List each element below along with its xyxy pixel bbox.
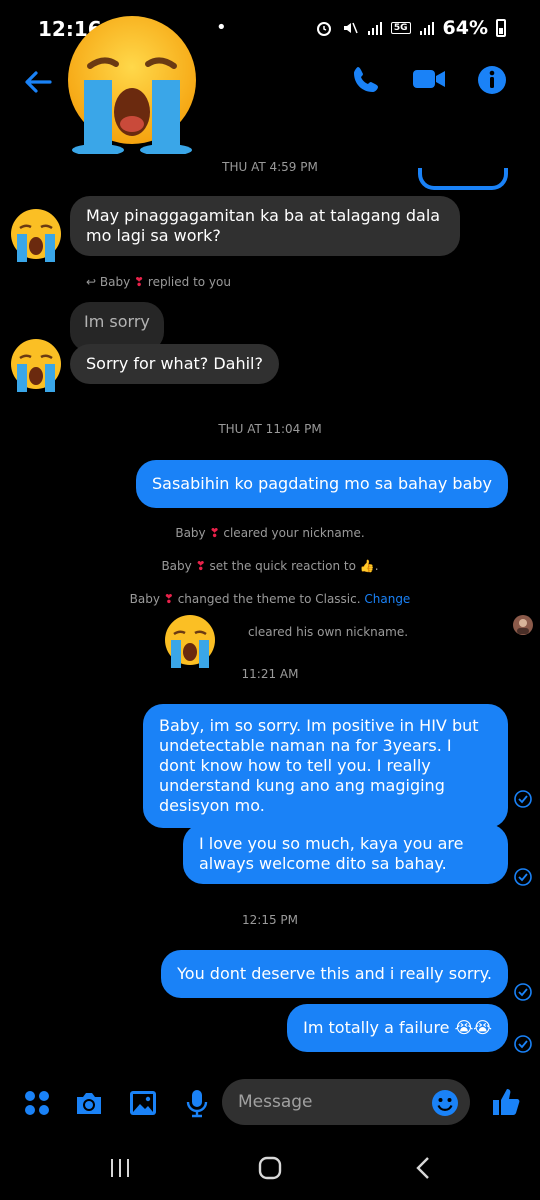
system-message: Baby ❣ cleared your nickname. xyxy=(0,526,540,540)
video-call-icon[interactable] xyxy=(412,66,446,92)
system-text: changed the theme to Classic. xyxy=(177,592,361,606)
battery-icon xyxy=(496,19,506,37)
system-text: cleared his own nickname. xyxy=(247,625,409,639)
timestamp: 11:21 AM xyxy=(241,667,299,681)
heart-icon: ❣ xyxy=(134,275,145,289)
sent-check-icon xyxy=(514,1035,532,1053)
system-message: cleared his own nickname. xyxy=(58,625,540,639)
microphone-icon[interactable] xyxy=(182,1088,212,1118)
heart-icon: ❣ xyxy=(209,526,220,540)
sent-check-icon xyxy=(514,790,532,808)
system-actor: Baby xyxy=(129,592,160,606)
info-icon[interactable] xyxy=(476,64,508,96)
network-type-badge: 5G xyxy=(390,22,411,34)
sender-avatar-crying-face-icon[interactable] xyxy=(8,338,64,394)
system-navigation-bar xyxy=(0,1140,540,1200)
thumbs-up-icon: 👍 xyxy=(359,559,375,573)
camera-icon[interactable] xyxy=(74,1088,104,1118)
status-icons: 5G 64% xyxy=(315,17,506,39)
change-theme-link[interactable]: Change xyxy=(364,592,410,606)
sender-avatar-crying-face-icon[interactable] xyxy=(8,208,64,264)
system-message: Baby ❣ set the quick reaction to 👍. xyxy=(161,559,379,573)
emoji-icon[interactable] xyxy=(430,1088,460,1118)
gallery-icon[interactable] xyxy=(128,1088,158,1118)
read-receipt-avatar xyxy=(513,615,533,635)
nav-back-icon[interactable] xyxy=(412,1156,436,1180)
incoming-message[interactable]: May pinaggagamitan ka ba at talagang dal… xyxy=(70,196,460,256)
back-arrow-icon[interactable] xyxy=(22,66,54,98)
timestamp: THU AT 4:59 PM xyxy=(222,160,318,174)
sender-avatar-crying-face-icon[interactable] xyxy=(162,614,218,670)
sent-check-icon xyxy=(514,868,532,886)
home-icon[interactable] xyxy=(258,1156,282,1180)
phone-call-icon[interactable] xyxy=(352,64,382,94)
recent-apps-icon[interactable] xyxy=(108,1156,132,1180)
system-text: set the quick reaction to xyxy=(209,559,356,573)
system-actor: Baby xyxy=(175,526,206,540)
system-message: Baby ❣ changed the theme to Classic. Cha… xyxy=(0,592,540,606)
outgoing-message[interactable]: You dont deserve this and i really sorry… xyxy=(161,950,508,998)
outgoing-message[interactable]: Baby, im so sorry. Im positive in HIV bu… xyxy=(143,704,508,828)
notification-dot: • xyxy=(216,17,227,38)
composer-bar xyxy=(0,1072,540,1132)
more-actions-icon[interactable] xyxy=(22,1088,52,1118)
outgoing-message[interactable]: I love you so much, kaya you are always … xyxy=(183,824,508,884)
incoming-message[interactable]: Sorry for what? Dahil? xyxy=(70,344,279,384)
battery-percent: 64% xyxy=(442,17,488,39)
reply-sender-name: Baby xyxy=(99,275,131,289)
sent-check-icon xyxy=(514,983,532,1001)
timestamp: 12:15 PM xyxy=(242,913,298,927)
system-text: cleared your nickname. xyxy=(223,526,365,540)
timestamp: THU AT 11:04 PM xyxy=(218,422,322,436)
signal-icon-2 xyxy=(419,22,434,35)
mute-icon xyxy=(343,22,358,34)
outgoing-message[interactable]: Im totally a failure 😭😭 xyxy=(287,1004,508,1052)
system-actor: Baby xyxy=(161,559,192,573)
signal-icon xyxy=(367,22,382,35)
heart-icon: ❣ xyxy=(163,592,174,606)
alarm-icon xyxy=(316,22,331,36)
reply-indicator: ↩ Baby ❣ replied to you xyxy=(86,275,231,289)
outgoing-message[interactable]: Sasabihin ko pagdating mo sa bahay baby xyxy=(136,460,508,508)
heart-icon: ❣ xyxy=(195,559,206,573)
reply-arrow-icon: ↩ xyxy=(86,275,97,289)
thumbs-up-send-icon[interactable] xyxy=(490,1086,522,1118)
reply-text: replied to you xyxy=(147,275,231,289)
contact-avatar-crying-face-icon[interactable] xyxy=(62,14,202,154)
